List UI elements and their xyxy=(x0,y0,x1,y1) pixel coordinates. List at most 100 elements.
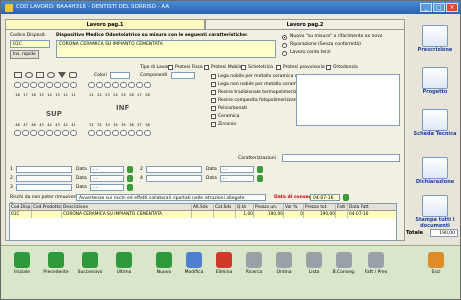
tooth[interactable] xyxy=(54,130,61,136)
cell[interactable] xyxy=(214,211,236,218)
calendar-icon[interactable] xyxy=(343,194,349,201)
step-up-icon[interactable] xyxy=(257,175,263,182)
col-header[interactable]: Fatt xyxy=(336,204,348,210)
tooth[interactable] xyxy=(30,82,37,88)
close-button[interactable]: × xyxy=(446,3,458,12)
step-field[interactable] xyxy=(146,166,202,173)
mode-third-party-radio[interactable] xyxy=(282,51,287,56)
edit-button[interactable]: Modifica xyxy=(179,252,209,275)
declaration-button[interactable]: Dichiarazione xyxy=(413,157,457,185)
cell[interactable]: 0 xyxy=(284,211,304,218)
new-button[interactable]: Nuovo xyxy=(149,252,179,275)
material-checkbox[interactable] xyxy=(211,122,216,127)
cell[interactable]: CORONA CERAMICA SU IMPIANTO CEMENTATA xyxy=(62,211,192,218)
tooth[interactable] xyxy=(128,130,135,136)
step-date-field[interactable]: - - xyxy=(90,166,124,173)
type-protesi-mobile-checkbox[interactable] xyxy=(204,65,209,70)
material-checkbox[interactable] xyxy=(211,98,216,103)
tab-lavoro-pag1[interactable]: Lavoro pag.1 xyxy=(5,19,205,29)
col-header[interactable]: Data Fatt xyxy=(348,204,396,210)
tooth[interactable] xyxy=(46,130,53,136)
col-header[interactable]: Prezzo tot. xyxy=(304,204,336,210)
tooth[interactable] xyxy=(54,82,61,88)
material-checkbox[interactable] xyxy=(211,114,216,119)
tooth[interactable] xyxy=(96,130,103,136)
delivery-note-button[interactable]: B.Conseg. xyxy=(329,252,359,275)
col-header[interactable]: Cod.Prodotto xyxy=(32,204,62,210)
step-date-field[interactable]: - - xyxy=(220,175,254,182)
tooth[interactable] xyxy=(128,82,135,88)
tooth[interactable] xyxy=(62,82,69,88)
tooth[interactable] xyxy=(14,82,21,88)
tab-lavoro-pag2[interactable]: Lavoro pag.2 xyxy=(205,19,405,29)
risk-field[interactable]: Avvertenze sui rischi ed effetti collate… xyxy=(76,194,266,201)
prescription-button[interactable]: Prescrizione xyxy=(413,25,457,53)
delete-button[interactable]: Elimina xyxy=(209,252,239,275)
step-field[interactable] xyxy=(16,184,72,191)
shape-triangle-icon[interactable] xyxy=(58,72,66,78)
col-header[interactable]: Var % xyxy=(284,204,304,210)
materials-notes-field[interactable] xyxy=(296,74,400,126)
tooth[interactable] xyxy=(112,82,119,88)
tooth[interactable] xyxy=(88,130,95,136)
last-record-button[interactable]: Ultimo xyxy=(109,252,139,275)
tooth[interactable] xyxy=(22,82,29,88)
shape-oval-icon[interactable] xyxy=(25,72,33,78)
device-code-field[interactable]: 01C xyxy=(10,40,50,48)
cell[interactable] xyxy=(192,211,214,218)
col-header[interactable]: Q.tà xyxy=(236,204,254,210)
type-scheletrica-checkbox[interactable] xyxy=(241,65,246,70)
step-up-icon[interactable] xyxy=(127,166,133,173)
material-checkbox[interactable] xyxy=(211,74,216,79)
exit-button[interactable]: Esci xyxy=(421,252,451,275)
tooth[interactable] xyxy=(38,82,45,88)
components-field[interactable] xyxy=(171,72,195,79)
col-header[interactable]: Prezzo un. xyxy=(254,204,284,210)
step-up-icon[interactable] xyxy=(127,175,133,182)
tooth[interactable] xyxy=(104,130,111,136)
maximize-button[interactable]: □ xyxy=(433,3,445,12)
shape-circle-icon[interactable] xyxy=(47,72,55,78)
tooth[interactable] xyxy=(70,130,77,136)
tooth[interactable] xyxy=(136,82,143,88)
step-field[interactable] xyxy=(146,175,202,182)
shape-rounded-icon[interactable] xyxy=(69,72,77,78)
step-date-field[interactable]: - - xyxy=(90,184,124,191)
mode-repair-radio[interactable] xyxy=(282,43,287,48)
technical-sheet-button[interactable]: Scheda Tecnica xyxy=(413,109,457,137)
device-description-field[interactable]: CORONA CERAMICA SU IMPIANTO CEMENTATA xyxy=(56,40,276,58)
material-checkbox[interactable] xyxy=(211,90,216,95)
tooth[interactable] xyxy=(22,130,29,136)
project-button[interactable]: Progetto xyxy=(413,67,457,95)
sort-button[interactable]: Ordina xyxy=(269,252,299,275)
step-up-icon[interactable] xyxy=(257,166,263,173)
tooth[interactable] xyxy=(14,130,21,136)
tooth[interactable] xyxy=(112,130,119,136)
shape-square-icon[interactable] xyxy=(36,72,44,78)
tooth[interactable] xyxy=(38,130,45,136)
col-header[interactable]: Cat.Sds xyxy=(214,204,236,210)
tooth[interactable] xyxy=(136,130,143,136)
tooth[interactable] xyxy=(104,82,111,88)
table-row[interactable]: 01C CORONA CERAMICA SU IMPIANTO CEMENTAT… xyxy=(10,211,396,218)
quick-insert-button[interactable]: Ins. rapido xyxy=(10,50,39,59)
print-all-button[interactable]: Stampa tutti i documenti xyxy=(413,195,457,229)
material-checkbox[interactable] xyxy=(211,106,216,111)
cell[interactable] xyxy=(32,211,62,218)
step-date-field[interactable]: - - xyxy=(220,166,254,173)
delivery-date-field[interactable]: 04-07-16 xyxy=(310,194,340,201)
col-header[interactable]: Cod.Disp. xyxy=(10,204,32,210)
tooth[interactable] xyxy=(144,82,151,88)
cell[interactable]: 190,00 xyxy=(304,211,336,218)
list-button[interactable]: Lista xyxy=(299,252,329,275)
first-record-button[interactable]: Iniziale xyxy=(7,252,37,275)
tooth[interactable] xyxy=(144,130,151,136)
mode-new-radio[interactable] xyxy=(282,35,287,40)
tooth[interactable] xyxy=(120,130,127,136)
minimize-button[interactable]: _ xyxy=(420,3,432,12)
tooth[interactable] xyxy=(30,130,37,136)
step-field[interactable] xyxy=(16,175,72,182)
col-header[interactable]: Alt.Sds xyxy=(192,204,214,210)
tooth[interactable] xyxy=(96,82,103,88)
cell[interactable]: 04-07-16 xyxy=(348,211,396,218)
